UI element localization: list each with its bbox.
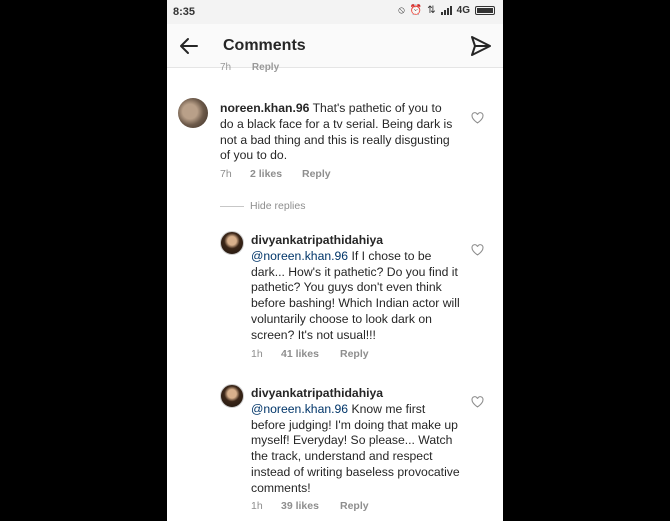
comment-username[interactable]: noreen.khan.96 xyxy=(220,101,309,115)
battery-icon xyxy=(475,6,495,15)
likes-count[interactable]: 41 likes xyxy=(281,348,319,360)
signal-icon xyxy=(440,6,452,15)
status-time: 8:35 xyxy=(173,6,196,18)
back-arrow-icon[interactable] xyxy=(177,34,201,58)
status-icons: ⦸ ⏰ ⇅ 4G xyxy=(398,5,495,16)
phone-screen: 8:35 ⦸ ⏰ ⇅ 4G Comments 7h Reply noreen.k… xyxy=(167,0,503,521)
reply-button[interactable]: Reply xyxy=(252,62,279,73)
reply-time: 1h xyxy=(251,348,263,360)
mention-link[interactable]: @noreen.khan.96 xyxy=(251,402,348,416)
reply-text: divyankatripathidahiya @noreen.khan.96 I… xyxy=(251,233,463,344)
mute-icon: ⦸ xyxy=(398,5,405,16)
divider-line xyxy=(220,205,244,207)
alarm-icon: ⏰ xyxy=(409,5,423,16)
comment-time: 7h xyxy=(220,168,232,180)
reply-username[interactable]: divyankatripathidahiya xyxy=(251,386,383,400)
previous-comment-meta: 7h Reply xyxy=(220,62,279,73)
comment-time: 7h xyxy=(220,62,232,73)
avatar[interactable] xyxy=(220,384,244,408)
like-heart-icon[interactable] xyxy=(471,244,484,256)
comment-text: noreen.khan.96 That's pathetic of you to… xyxy=(220,101,458,164)
avatar[interactable] xyxy=(220,231,244,255)
reply-button[interactable]: Reply xyxy=(302,168,331,180)
reply-button[interactable]: Reply xyxy=(340,348,369,360)
reply-text: divyankatripathidahiya @noreen.khan.96 K… xyxy=(251,386,463,497)
status-bar: 8:35 ⦸ ⏰ ⇅ 4G xyxy=(167,0,503,24)
like-heart-icon[interactable] xyxy=(471,396,484,408)
avatar[interactable] xyxy=(178,98,208,128)
like-heart-icon[interactable] xyxy=(471,112,484,124)
hide-replies-toggle[interactable]: Hide replies xyxy=(220,200,305,212)
reply-username[interactable]: divyankatripathidahiya xyxy=(251,233,383,247)
likes-count[interactable]: 2 likes xyxy=(250,168,282,180)
reply-button[interactable]: Reply xyxy=(340,500,369,512)
likes-count[interactable]: 39 likes xyxy=(281,500,319,512)
hide-replies-label: Hide replies xyxy=(250,200,306,212)
send-icon[interactable] xyxy=(469,34,493,58)
mention-link[interactable]: @noreen.khan.96 xyxy=(251,249,348,263)
reply-time: 1h xyxy=(251,500,263,512)
page-title: Comments xyxy=(223,37,306,54)
data-transfer-icon: ⇅ xyxy=(427,5,436,16)
network-type: 4G xyxy=(456,5,470,16)
app-bar: Comments xyxy=(167,24,503,68)
